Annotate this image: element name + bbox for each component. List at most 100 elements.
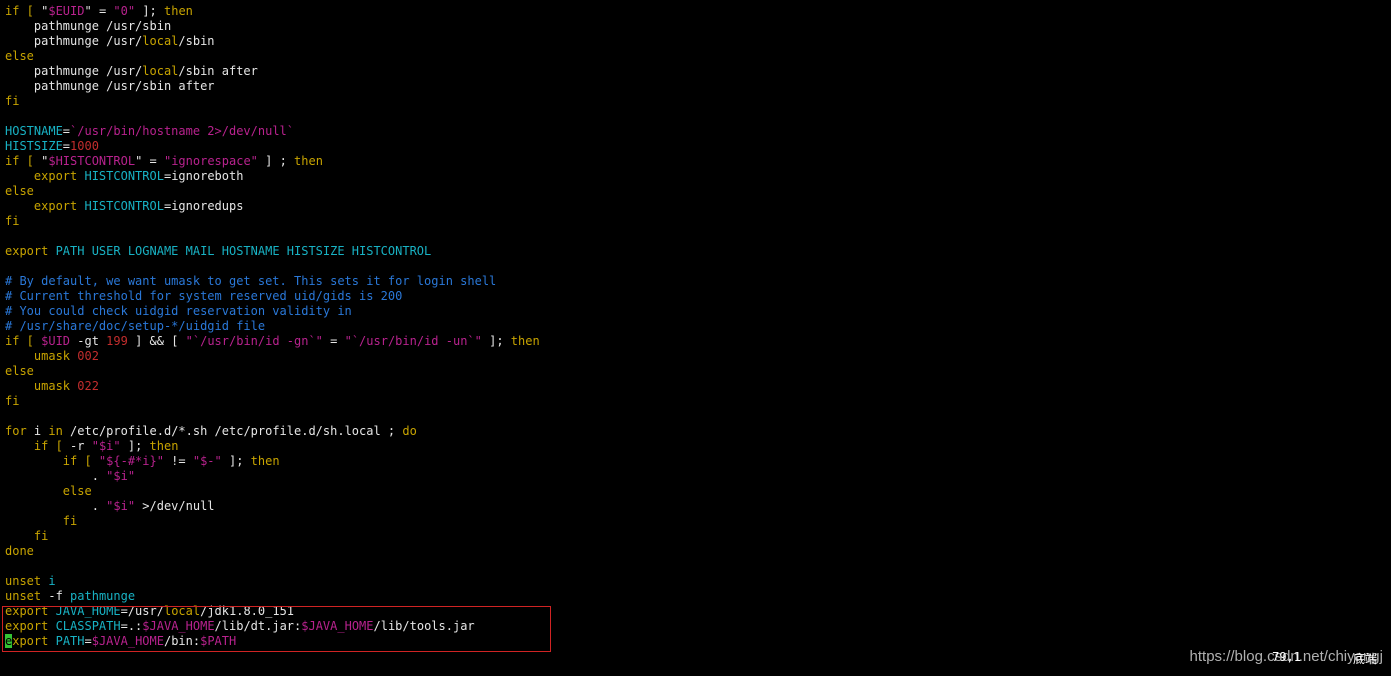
scroll-position-indicator: 底端	[1352, 652, 1377, 666]
code-token: -f	[48, 589, 71, 603]
code-line: fi	[5, 529, 1385, 544]
code-token: xport	[12, 634, 56, 648]
code-token: >/dev/null	[135, 499, 215, 513]
code-token: if [	[5, 439, 71, 453]
code-token: unset	[5, 574, 49, 588]
code-token: if [	[5, 154, 42, 168]
code-token: -r	[70, 439, 92, 453]
code-token: local	[142, 64, 179, 78]
code-token: $JAVA_HOME	[142, 619, 215, 633]
code-token: !=	[163, 454, 193, 468]
code-line: HOSTNAME=`/usr/bin/hostname 2>/dev/null`	[5, 124, 1385, 139]
code-token: fi	[5, 529, 49, 543]
code-token: =	[62, 139, 71, 153]
code-token: 002	[77, 349, 99, 363]
code-token: then	[250, 454, 280, 468]
code-token: $JAVA_HOME	[91, 634, 164, 648]
code-line: # Current threshold for system reserved …	[5, 289, 1385, 304]
code-token: ];	[221, 454, 251, 468]
code-token: HISTCONTROL	[84, 199, 164, 213]
code-token: .	[5, 469, 107, 483]
code-token: /lib/tools.jar	[373, 619, 475, 633]
code-token: HOSTNAME	[5, 124, 63, 138]
code-line: umask 022	[5, 379, 1385, 394]
code-token: then	[294, 154, 323, 168]
code-line: fi	[5, 214, 1385, 229]
code-line: if [ "${-#*i}" != "$-" ]; then	[5, 454, 1385, 469]
code-line: pathmunge /usr/local/sbin after	[5, 64, 1385, 79]
code-token: do	[402, 424, 417, 438]
code-token: $JAVA_HOME	[301, 619, 374, 633]
code-token: /etc/profile.d/*.sh /etc/profile.d/sh.lo…	[70, 424, 403, 438]
code-token: "$i"	[106, 469, 136, 483]
code-line: unset -f pathmunge	[5, 589, 1385, 604]
code-token: 022	[77, 379, 99, 393]
code-token: "0"	[113, 4, 136, 18]
code-line: if [ $UID -gt 199 ] && [ "`/usr/bin/id -…	[5, 334, 1385, 349]
code-token: "`/usr/bin/id -un`"	[344, 334, 482, 348]
code-line: pathmunge /usr/local/sbin	[5, 34, 1385, 49]
code-token: local	[163, 604, 201, 618]
code-token: else	[5, 484, 92, 498]
code-line: else	[5, 484, 1385, 499]
code-token: ];	[135, 4, 164, 18]
code-token: pathmunge /usr/	[5, 64, 143, 78]
code-token: HISTCONTROL	[84, 169, 164, 183]
code-token: # By default, we want umask to get set. …	[5, 274, 497, 288]
code-token: "$i"	[91, 439, 121, 453]
code-token: =	[142, 154, 164, 168]
code-token: HISTSIZE	[5, 139, 63, 153]
code-token: =ignoreboth	[163, 169, 244, 183]
code-token: fi	[5, 214, 20, 228]
code-token: `/usr/bin/hostname 2>/dev/null`	[70, 124, 294, 138]
code-line: # /usr/share/doc/setup-*/uidgid file	[5, 319, 1385, 334]
code-token: "`/usr/bin/id -gn`"	[185, 334, 323, 348]
code-token: "${-#*i}"	[98, 454, 164, 468]
code-token: =	[62, 124, 71, 138]
code-line: fi	[5, 514, 1385, 529]
code-token: 199	[106, 334, 128, 348]
code-token: then	[164, 4, 193, 18]
code-token: in	[48, 424, 71, 438]
code-line: export HISTCONTROL=ignoreboth	[5, 169, 1385, 184]
code-token: "$i"	[106, 499, 136, 513]
code-token: local	[142, 34, 179, 48]
code-line: if [ -r "$i" ]; then	[5, 439, 1385, 454]
code-token: $PATH	[200, 634, 237, 648]
code-token: pathmunge	[70, 589, 136, 603]
code-token: "	[84, 4, 92, 18]
code-line: . "$i" >/dev/null	[5, 499, 1385, 514]
code-line: HISTSIZE=1000	[5, 139, 1385, 154]
code-token: export	[5, 169, 85, 183]
code-line: export PATH USER LOGNAME MAIL HOSTNAME H…	[5, 244, 1385, 259]
code-line: done	[5, 544, 1385, 559]
code-line: . "$i"	[5, 469, 1385, 484]
code-token: ] && [	[127, 334, 186, 348]
code-token: /jdk1.8.0_151	[200, 604, 295, 618]
code-token: umask	[5, 379, 78, 393]
code-token: pathmunge /usr/sbin after	[5, 79, 215, 93]
code-token: PATH USER LOGNAME MAIL HOSTNAME HISTSIZE…	[55, 244, 432, 258]
code-line: umask 002	[5, 349, 1385, 364]
code-token: PATH	[55, 634, 85, 648]
code-line: if [ "$EUID" = "0" ]; then	[5, 4, 1385, 19]
code-token: # You could check uidgid reservation val…	[5, 304, 352, 318]
code-token: JAVA_HOME	[55, 604, 121, 618]
code-line: else	[5, 49, 1385, 64]
code-line: pathmunge /usr/sbin	[5, 19, 1385, 34]
code-token: =ignoredups	[163, 199, 244, 213]
code-token: fi	[5, 94, 20, 108]
code-token: =	[322, 334, 345, 348]
code-token: else	[5, 364, 34, 378]
code-token: if [	[5, 334, 42, 348]
code-line: # By default, we want umask to get set. …	[5, 274, 1385, 289]
code-token: umask	[5, 349, 78, 363]
terminal-editor[interactable]: if [ "$EUID" = "0" ]; then pathmunge /us…	[5, 4, 1385, 664]
code-line: if [ "$HISTCONTROL" = "ignorespace" ] ; …	[5, 154, 1385, 169]
code-token: then	[149, 439, 179, 453]
status-bar: https://blog.csdn.net/chiyangj 79,1 底端	[831, 640, 1391, 676]
